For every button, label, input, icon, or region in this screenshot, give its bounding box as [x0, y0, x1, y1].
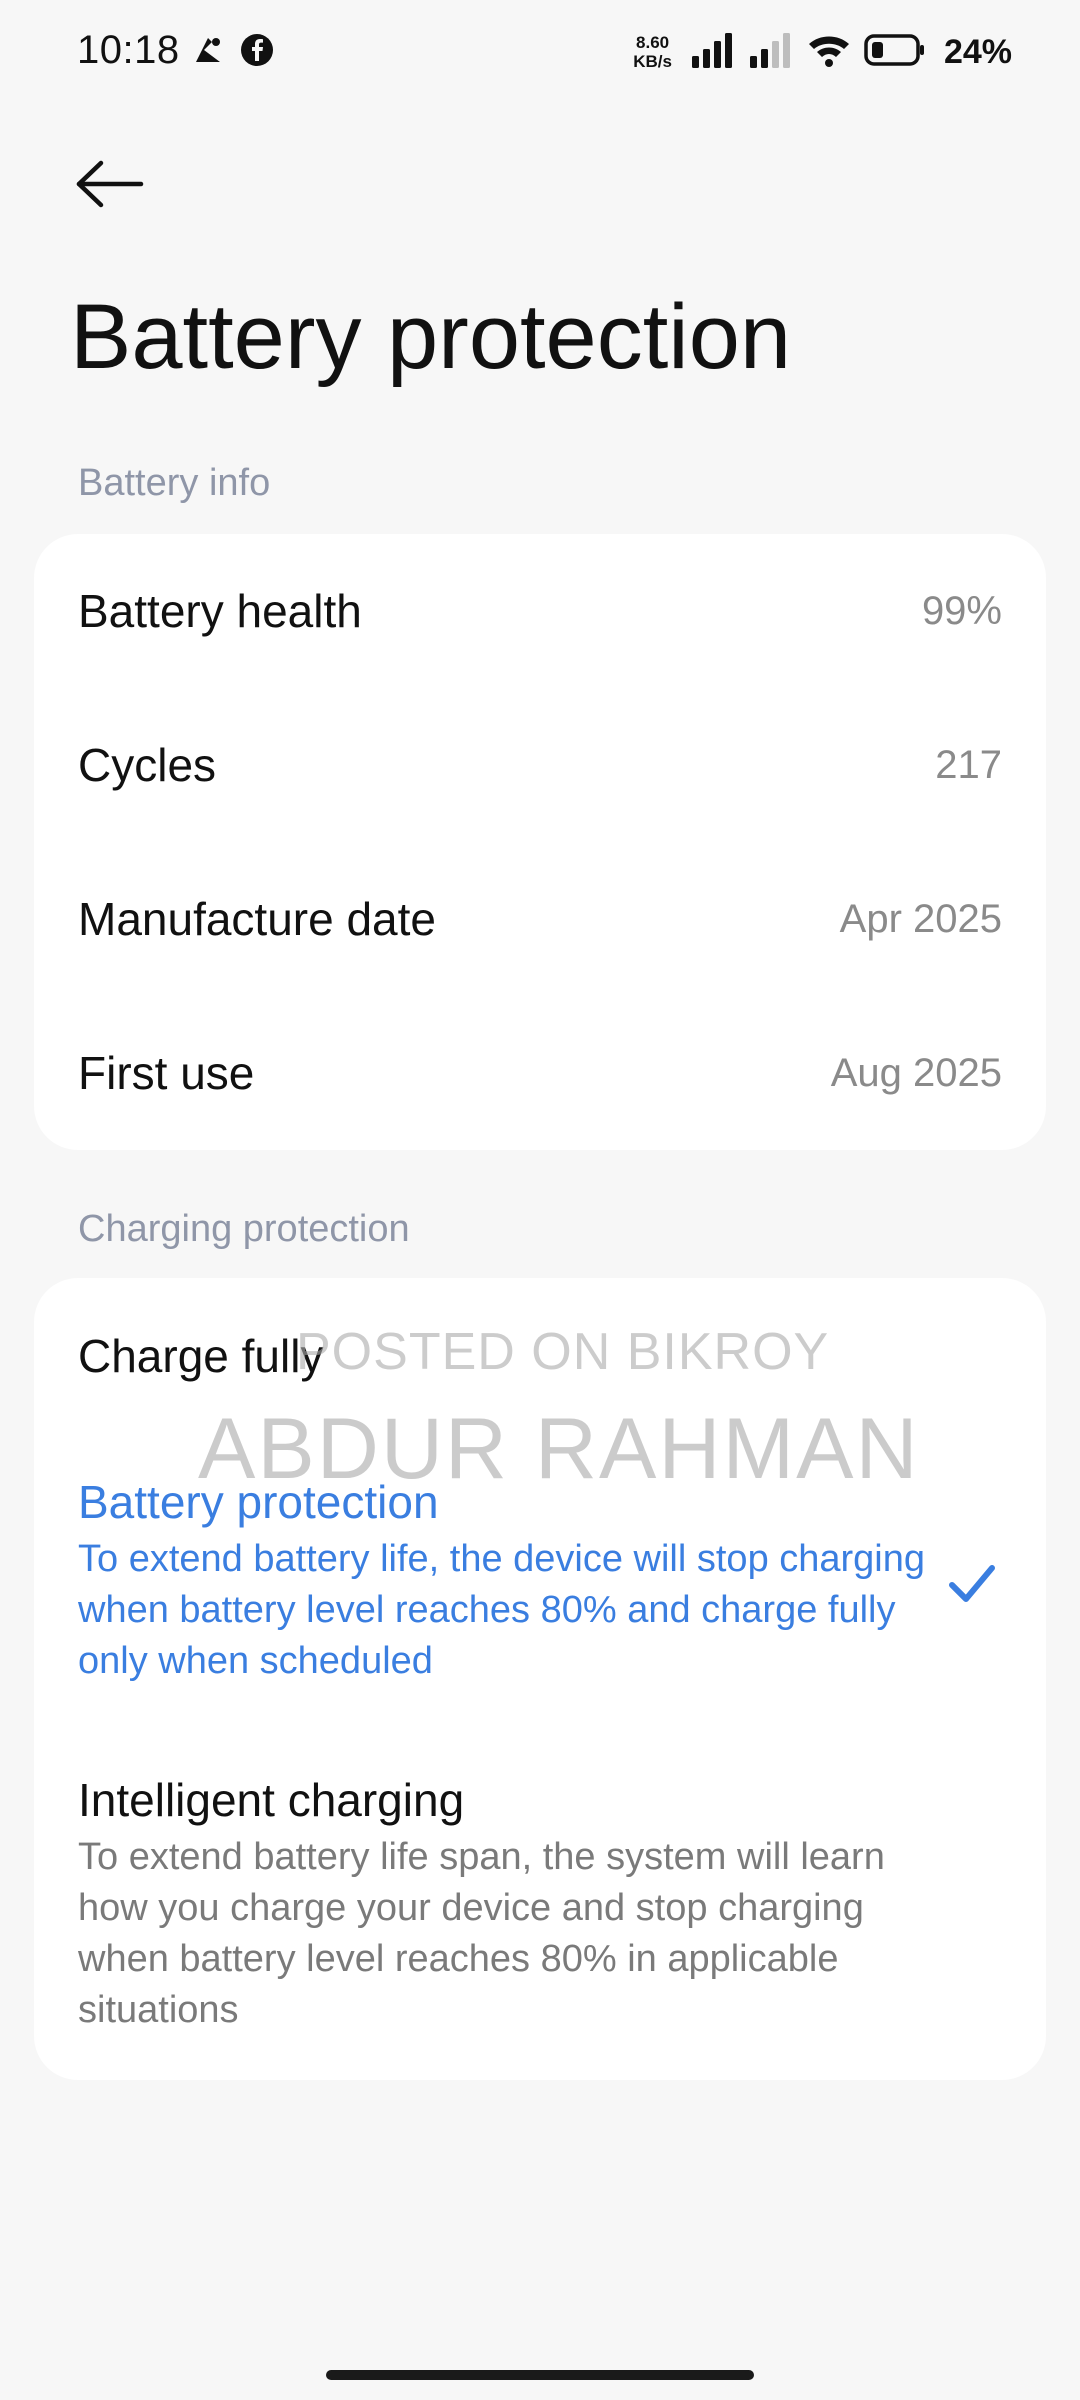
- row-label: Manufacture date: [78, 893, 437, 945]
- row-value: Aug 2025: [830, 1050, 1002, 1095]
- row-manufacture-date[interactable]: Manufacture date Apr 2025: [34, 842, 1046, 996]
- facebook-icon: [240, 33, 274, 72]
- option-charge-fully[interactable]: Charge fully: [78, 1328, 958, 1384]
- row-label: Cycles: [78, 739, 217, 791]
- charging-protection-card: Charge fully Battery protection To exten…: [34, 1278, 1046, 2080]
- option-title: Charge fully: [78, 1330, 324, 1382]
- option-intelligent-charging[interactable]: Intelligent charging To extend battery l…: [78, 1772, 958, 2036]
- option-title: Intelligent charging: [78, 1774, 465, 1826]
- wifi-icon: [806, 32, 852, 73]
- home-indicator[interactable]: [326, 2370, 754, 2380]
- status-time: 10:18: [77, 28, 180, 72]
- page-title: Battery protection: [70, 286, 792, 388]
- status-bar: 10:18 8.60 KB/s 24%: [0, 0, 1080, 104]
- call-icon: [190, 32, 226, 73]
- section-label-battery-info: Battery info: [78, 462, 271, 504]
- battery-info-card: Battery health 99% Cycles 217 Manufactur…: [34, 534, 1046, 1150]
- option-description: To extend battery life, the device will …: [78, 1538, 926, 1682]
- notification-icons: [190, 32, 274, 73]
- signal-icon: [690, 32, 736, 73]
- row-cycles[interactable]: Cycles 217: [34, 688, 1046, 842]
- net-speed: 8.60 KB/s: [633, 33, 672, 71]
- option-battery-protection[interactable]: Battery protection To extend battery lif…: [78, 1474, 958, 1687]
- arrow-left-icon: [75, 159, 145, 214]
- battery-percent: 24%: [943, 32, 1012, 71]
- back-button[interactable]: [72, 152, 148, 220]
- section-label-charging-protection: Charging protection: [78, 1208, 410, 1250]
- row-label: First use: [78, 1047, 255, 1099]
- option-title: Battery protection: [78, 1476, 439, 1528]
- row-first-use[interactable]: First use Aug 2025: [34, 996, 1046, 1150]
- row-battery-health[interactable]: Battery health 99%: [34, 534, 1046, 688]
- row-label: Battery health: [78, 585, 362, 637]
- signal-weak-icon: [748, 32, 794, 73]
- net-speed-value: 8.60: [636, 33, 670, 52]
- net-speed-unit: KB/s: [633, 52, 672, 71]
- row-value: Apr 2025: [839, 896, 1002, 941]
- checkmark-icon: [942, 1554, 1002, 1614]
- battery-icon: [864, 33, 926, 72]
- option-description: To extend battery life span, the system …: [78, 1836, 885, 2031]
- status-right-icons: 8.60 KB/s 24%: [633, 26, 1012, 78]
- row-value: 99%: [921, 588, 1002, 633]
- row-value: 217: [935, 742, 1002, 787]
